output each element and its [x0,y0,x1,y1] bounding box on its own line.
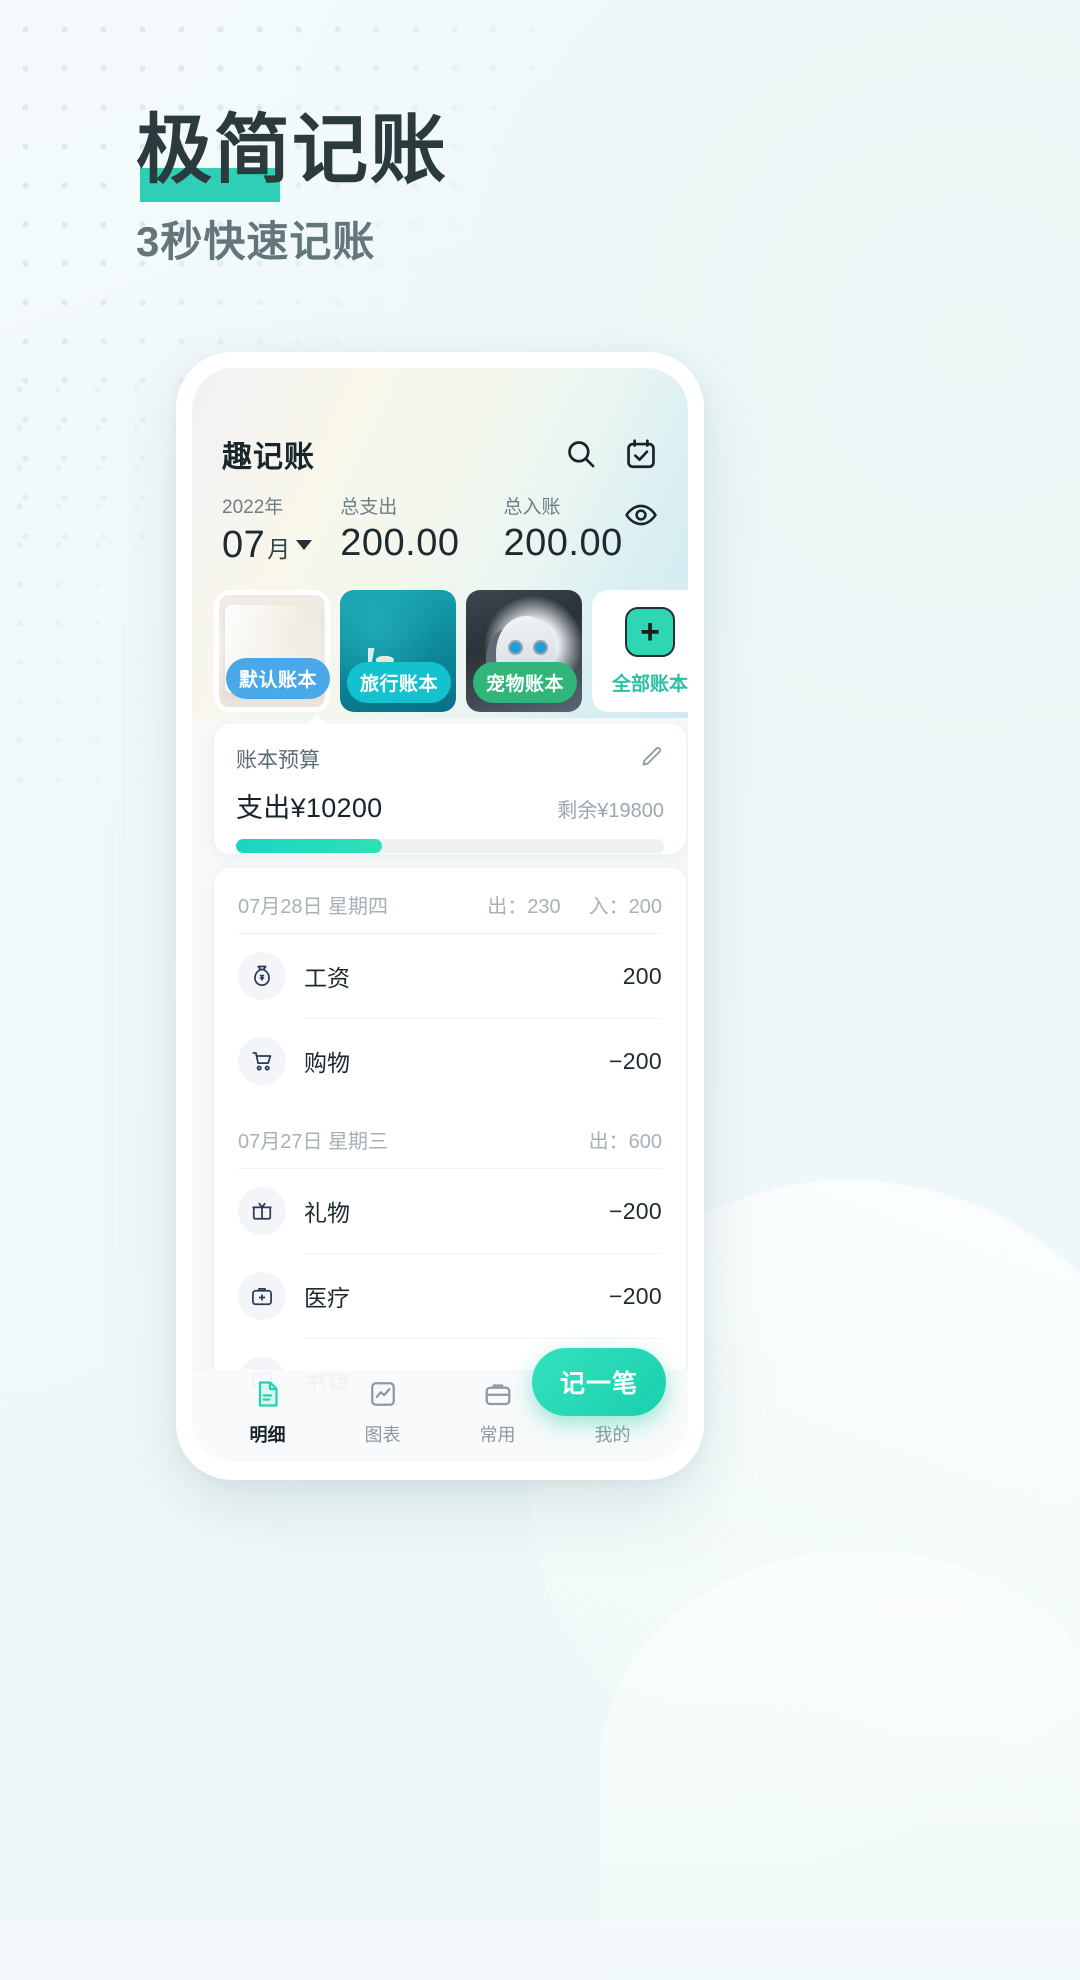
transaction-row[interactable]: 购物 −200 [214,1019,686,1103]
transaction-category: 工资 [304,965,350,991]
nav-label: 常用 [479,1425,516,1445]
chevron-down-icon [296,540,313,551]
app-title: 趣记账 [222,441,315,474]
add-record-button[interactable]: 记一笔 [531,1348,666,1416]
app-bar-actions [564,437,658,471]
day-expense-total: 出：230 [487,896,561,918]
transaction-category: 礼物 [304,1200,350,1226]
month-number: 07 [222,523,266,566]
account-book-card[interactable]: 宠物账本 [466,590,582,712]
budget-spent: 支出¥10200 [236,793,383,823]
eye-icon[interactable] [624,498,658,532]
transaction-date: 07月27日 星期三 [238,1131,389,1153]
month-selector[interactable]: 2022年 07 月 [222,496,313,567]
transaction-row[interactable]: 礼物 −200 [214,1169,686,1253]
page-title: 极简记账 [136,105,448,194]
budget-progress-fill [236,839,382,853]
budget-card[interactable]: 账本预算 支出¥10200 剩余¥19800 [214,715,686,854]
account-book-label: 宠物账本 [473,662,578,703]
budget-progress-track [236,839,664,853]
account-book-card[interactable]: 默认账本 [214,590,330,712]
total-income-stat: 总入账 200.00 [504,496,623,565]
transaction-row[interactable]: 医疗 −200 [214,1254,686,1338]
account-book-label: 默认账本 [226,658,330,699]
transaction-category: 购物 [304,1050,350,1076]
nav-item-detail[interactable]: 明细 [210,1379,325,1447]
all-books-card[interactable]: + 全部账本 [592,590,688,712]
transaction-row[interactable]: 工资 200 [214,934,686,1018]
transaction-amount: −200 [608,1282,662,1309]
list-detail-icon [253,1379,283,1414]
transaction-date: 07月28日 星期四 [238,896,389,918]
total-income-label: 总入账 [503,497,561,518]
day-expense-total: 出：600 [588,1131,662,1153]
cat-eyes-decoration [510,642,546,653]
nav-label: 图表 [364,1425,401,1445]
money-bag-icon [238,952,286,1000]
month-unit: 月 [267,535,291,562]
summary-bar: 2022年 07 月 总支出 200.00 总入账 200.00 [192,496,688,582]
account-book-card[interactable]: 旅行账本 [340,590,456,712]
phone-screen: 趣记账 2022年 07 月 总支出 200.00 总入账 200.00 默认账… [192,368,688,1462]
chart-icon [368,1379,398,1414]
transaction-amount: −200 [608,1197,662,1224]
pencil-icon[interactable] [640,745,664,774]
nav-item-chart[interactable]: 图表 [325,1379,440,1447]
transaction-amount: 200 [622,962,662,989]
all-books-label: 全部账本 [611,673,688,695]
transaction-date-header: 07月27日 星期三 出：600 [214,1103,686,1168]
day-income-total: 入：200 [588,896,662,918]
budget-remaining: 剩余¥19800 [557,800,664,822]
account-book-label: 旅行账本 [347,662,452,703]
transaction-category: 医疗 [304,1285,350,1311]
total-expense-stat: 总支出 200.00 [340,496,459,565]
plus-icon: + [640,612,660,651]
search-icon[interactable] [564,437,598,471]
phone-mockup: 趣记账 2022年 07 月 总支出 200.00 总入账 200.00 默认账… [176,352,704,1480]
shopping-cart-icon [238,1037,286,1085]
transaction-date-header: 07月28日 星期四 出：230 入：200 [214,868,686,933]
transaction-amount: −200 [608,1047,662,1074]
total-income-value: 200.00 [503,521,623,564]
calendar-check-icon[interactable] [624,437,658,471]
budget-title: 账本预算 [236,749,320,772]
account-books-row: 默认账本 旅行账本 宠物账本 + 全部账本 [192,590,688,712]
page-subtitle: 3秒快速记账 [136,218,376,265]
add-book-button[interactable]: + [625,606,675,657]
gift-icon [238,1187,286,1235]
app-bar: 趣记账 [192,426,688,482]
nav-label: 明细 [249,1425,286,1445]
briefcase-icon [483,1379,513,1414]
nav-label: 我的 [594,1425,631,1445]
year-label: 2022年 [222,497,284,518]
total-expense-label: 总支出 [340,497,398,518]
medical-kit-icon [238,1272,286,1320]
total-expense-value: 200.00 [340,521,460,564]
transaction-list-card: 07月28日 星期四 出：230 入：200 工资 200 购物 −200 07… [214,868,686,1390]
